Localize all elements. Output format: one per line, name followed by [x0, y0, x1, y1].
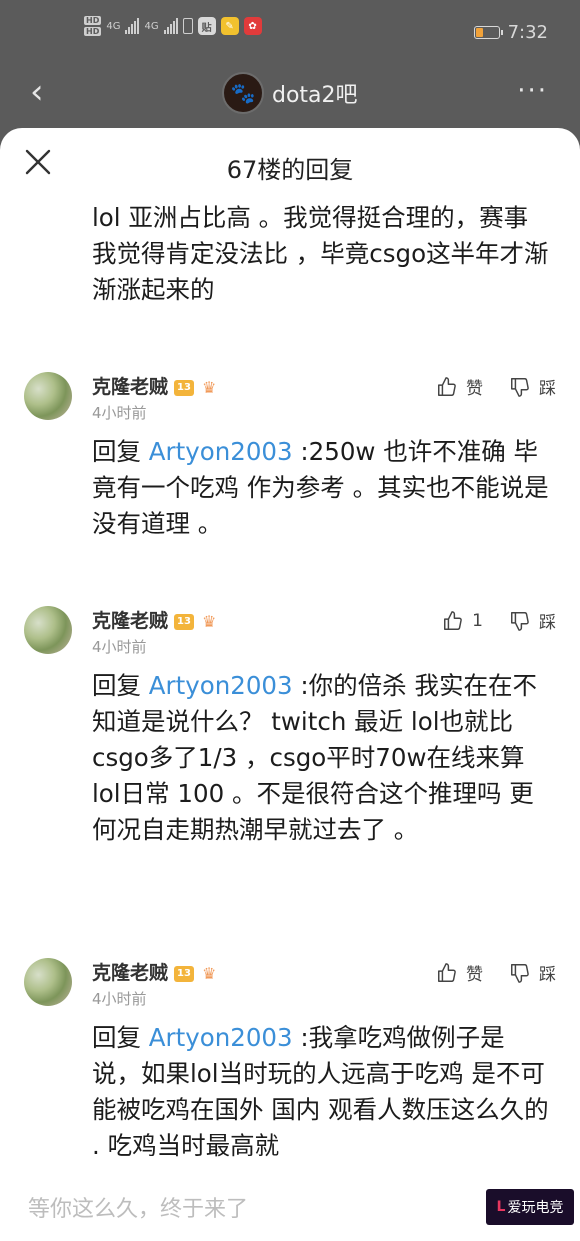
hd-top: HD: [84, 16, 102, 25]
mention-link[interactable]: Artyon2003: [149, 437, 293, 466]
reply-actions: 赞 踩: [436, 960, 556, 985]
signal-icon-2: [163, 18, 178, 34]
reply-actions: 赞 踩: [436, 374, 556, 399]
watermark-text: 爱玩电竞: [507, 1200, 564, 1216]
author-name-text: 克隆老贼: [92, 376, 169, 398]
member-badge-icon: ♛: [202, 964, 217, 983]
mention-link[interactable]: Artyon2003: [149, 671, 293, 700]
status-left: HD HD 4G 4G 贴 ✎ ✿: [84, 16, 262, 36]
reply-text: 回复 Artyon2003 :我拿吃鸡做例子是说，如果lol当时玩的人远高于吃鸡…: [92, 1020, 552, 1180]
thumbs-up-icon: [438, 376, 456, 396]
status-bar: HD HD 4G 4G 贴 ✎ ✿ 7:32: [0, 0, 580, 62]
thumbs-down-icon: [511, 611, 529, 631]
level-badge: 13: [174, 965, 195, 982]
post-time: 4小时前: [92, 990, 147, 1008]
avatar[interactable]: [24, 606, 72, 654]
battery-saver-icon: [182, 18, 193, 34]
more-options-icon[interactable]: ···: [517, 76, 548, 106]
signal-icon-1: [125, 18, 140, 34]
level-badge: 13: [174, 379, 195, 396]
mention-link[interactable]: Artyon2003: [149, 1023, 293, 1052]
forum-avatar: 🐾: [222, 72, 264, 114]
forum-title-group[interactable]: 🐾 dota2吧: [222, 72, 358, 114]
huawei-app-icon: ✿: [243, 17, 262, 35]
reply-text: 回复 Artyon2003 :250w 也许不准确 毕竟有一个吃鸡 作为参考 。…: [92, 434, 552, 542]
like-count: 1: [472, 610, 483, 631]
dislike-button[interactable]: 踩: [509, 608, 556, 633]
author-name[interactable]: 克隆老贼 13 ♛: [92, 958, 216, 985]
like-label: 赞: [466, 965, 483, 985]
reply-input-bar[interactable]: 等你这么久，终于来了 L 爱玩电竞: [0, 1175, 580, 1241]
author-name[interactable]: 克隆老贼 13 ♛: [92, 606, 216, 633]
network-type-2: 4G: [144, 20, 159, 32]
level-badge: 13: [174, 613, 195, 630]
reply-actions: 1 踩: [442, 608, 556, 633]
dislike-label: 踩: [539, 965, 556, 985]
dislike-button[interactable]: 踩: [509, 374, 556, 399]
like-label: 赞: [466, 379, 483, 399]
status-right: 7:32: [473, 22, 548, 43]
tieba-app-icon: 贴: [197, 17, 216, 35]
hd-indicator: HD HD: [84, 16, 102, 36]
reply-text: 回复 Artyon2003 :你的倍杀 我实在在不知道是说什么？ twitch …: [92, 668, 552, 848]
reply-sheet: 67楼的回复 lol 亚洲占比高 。我觉得挺合理的，赛事 我觉得肯定没法比 ，毕…: [0, 128, 580, 1241]
hd-bottom: HD: [84, 27, 102, 36]
thumbs-down-icon: [511, 963, 529, 983]
watermark-mark: L: [496, 1199, 506, 1215]
author-name-text: 克隆老贼: [92, 610, 169, 632]
member-badge-icon: ♛: [202, 612, 217, 631]
thumbs-up-icon: [438, 962, 456, 982]
dislike-label: 踩: [539, 613, 556, 633]
battery-icon: [473, 26, 503, 39]
reply-prefix: 回复: [92, 1023, 149, 1052]
reply-prefix: 回复: [92, 437, 149, 466]
post-time: 4小时前: [92, 638, 147, 656]
like-button[interactable]: 赞: [436, 960, 483, 985]
network-type-1: 4G: [106, 20, 121, 32]
like-button[interactable]: 1: [442, 608, 483, 633]
forum-header: ‹ 🐾 dota2吧 ···: [0, 62, 580, 122]
back-arrow-icon[interactable]: ‹: [30, 72, 44, 112]
like-button[interactable]: 赞: [436, 374, 483, 399]
forum-name: dota2吧: [272, 83, 358, 108]
reply-prefix: 回复: [92, 671, 149, 700]
thumbs-down-icon: [511, 377, 529, 397]
reply-input-placeholder[interactable]: 等你这么久，终于来了: [28, 1191, 248, 1223]
post-time: 4小时前: [92, 404, 147, 422]
sheet-title: 67楼的回复: [226, 156, 354, 184]
author-name[interactable]: 克隆老贼 13 ♛: [92, 372, 216, 399]
notification-app-icon: ✎: [220, 17, 239, 35]
dislike-label: 踩: [539, 379, 556, 399]
clock: 7:32: [507, 22, 548, 43]
member-badge-icon: ♛: [202, 378, 217, 397]
avatar[interactable]: [24, 372, 72, 420]
thumbs-up-icon: [444, 610, 462, 630]
battery-fill: [475, 28, 483, 37]
sheet-header: 67楼的回复: [0, 128, 580, 200]
avatar[interactable]: [24, 958, 72, 1006]
watermark-logo: L 爱玩电竞: [486, 1189, 574, 1225]
dislike-button[interactable]: 踩: [509, 960, 556, 985]
author-name-text: 克隆老贼: [92, 962, 169, 984]
floor-text: lol 亚洲占比高 。我觉得挺合理的，赛事 我觉得肯定没法比 ，毕竟csgo这半…: [92, 203, 549, 304]
